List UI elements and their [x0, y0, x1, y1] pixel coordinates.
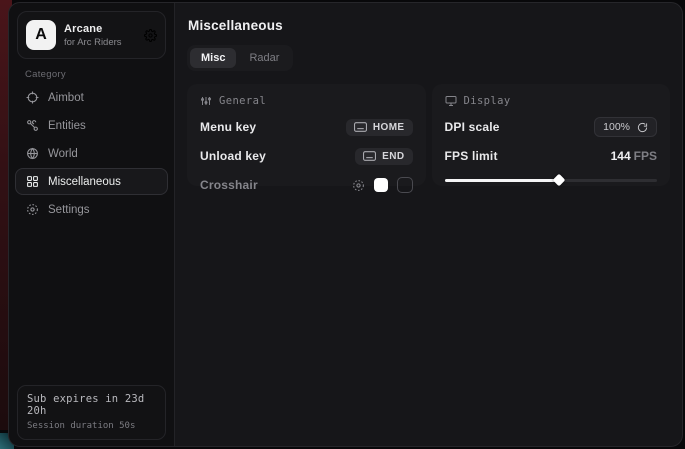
- unload-key-label: Unload key: [200, 149, 266, 163]
- menu-key-label: Menu key: [200, 120, 256, 134]
- monitor-icon: [445, 95, 457, 107]
- app-name: Arcane: [64, 23, 136, 35]
- crosshair-row: Crosshair: [200, 176, 413, 194]
- dpi-scale-value: 100%: [603, 121, 630, 133]
- grid-icon: [26, 175, 39, 188]
- unload-key-bind-button[interactable]: END: [355, 148, 412, 165]
- sidebar-item-label: Settings: [48, 204, 90, 216]
- fps-number: 144: [611, 149, 631, 163]
- app-logo: A: [26, 20, 56, 50]
- globe-icon: [26, 147, 39, 160]
- display-card-title: Display: [464, 95, 511, 107]
- profile-card: A Arcane for Arc Riders: [17, 11, 166, 59]
- fps-limit-label: FPS limit: [445, 149, 498, 163]
- app-window: A Arcane for Arc Riders Category Aimbot …: [8, 2, 683, 447]
- tab-bar: Misc Radar: [187, 45, 293, 71]
- subscription-info-box: Sub expires in 23d 20h Session duration …: [17, 385, 166, 440]
- slider-thumb[interactable]: [553, 174, 566, 187]
- desktop: A Arcane for Arc Riders Category Aimbot …: [0, 0, 685, 449]
- dpi-scale-label: DPI scale: [445, 120, 500, 134]
- keyboard-icon: [363, 151, 376, 161]
- slider-track[interactable]: [445, 179, 658, 182]
- gear-icon: [26, 203, 39, 216]
- sidebar-item-label: Miscellaneous: [48, 176, 121, 188]
- session-duration-text: Session duration 50s: [27, 421, 156, 431]
- display-card: Display DPI scale 100% FPS limit 144FPS: [432, 84, 671, 186]
- fps-unit: FPS: [634, 149, 657, 163]
- crosshair-label: Crosshair: [200, 178, 258, 192]
- cards-row: General Menu key HOME Unload key: [187, 84, 670, 186]
- gear-icon[interactable]: [144, 29, 157, 42]
- fps-limit-value: 144FPS: [611, 149, 657, 163]
- keyboard-icon: [354, 122, 367, 132]
- sidebar-item-miscellaneous[interactable]: Miscellaneous: [15, 168, 168, 195]
- display-card-header: Display: [445, 95, 658, 107]
- sidebar-item-world[interactable]: World: [15, 140, 168, 167]
- dpi-scale-select[interactable]: 100%: [594, 117, 657, 137]
- sub-expiry-text: Sub expires in 23d 20h: [27, 393, 156, 417]
- entities-icon: [26, 119, 39, 132]
- crosshair-icon: [26, 91, 39, 104]
- sidebar-item-label: Entities: [48, 120, 86, 132]
- menu-key-row: Menu key HOME: [200, 118, 413, 136]
- app-subtitle: for Arc Riders: [64, 37, 136, 48]
- tab-misc[interactable]: Misc: [190, 48, 236, 68]
- crosshair-settings-gear-icon[interactable]: [352, 179, 365, 192]
- crosshair-checkbox[interactable]: [397, 177, 413, 193]
- sidebar: A Arcane for Arc Riders Category Aimbot …: [9, 3, 175, 446]
- fps-limit-slider[interactable]: [445, 173, 658, 187]
- slider-fill: [445, 179, 560, 182]
- fps-limit-row: FPS limit 144FPS: [445, 147, 658, 165]
- sidebar-nav: Aimbot Entities World Miscellaneous Sett…: [9, 84, 174, 223]
- profile-text: Arcane for Arc Riders: [64, 23, 136, 48]
- dpi-scale-row: DPI scale 100%: [445, 118, 658, 136]
- sidebar-item-settings[interactable]: Settings: [15, 196, 168, 223]
- unload-key-value: END: [382, 151, 404, 162]
- page-title: Miscellaneous: [188, 18, 670, 33]
- cycle-icon: [637, 122, 648, 133]
- main-content: Miscellaneous Misc Radar General Menu ke…: [175, 3, 682, 446]
- menu-key-value: HOME: [373, 122, 405, 133]
- menu-key-bind-button[interactable]: HOME: [346, 119, 413, 136]
- category-label: Category: [25, 69, 174, 80]
- general-card: General Menu key HOME Unload key: [187, 84, 426, 186]
- sidebar-item-label: World: [48, 148, 78, 160]
- general-card-header: General: [200, 95, 413, 107]
- sliders-icon: [200, 95, 212, 107]
- tab-radar[interactable]: Radar: [238, 48, 290, 68]
- unload-key-row: Unload key END: [200, 147, 413, 165]
- sidebar-item-entities[interactable]: Entities: [15, 112, 168, 139]
- general-card-title: General: [219, 95, 266, 107]
- sidebar-item-label: Aimbot: [48, 92, 84, 104]
- sidebar-item-aimbot[interactable]: Aimbot: [15, 84, 168, 111]
- crosshair-controls: [352, 177, 413, 193]
- crosshair-color-swatch[interactable]: [374, 178, 388, 192]
